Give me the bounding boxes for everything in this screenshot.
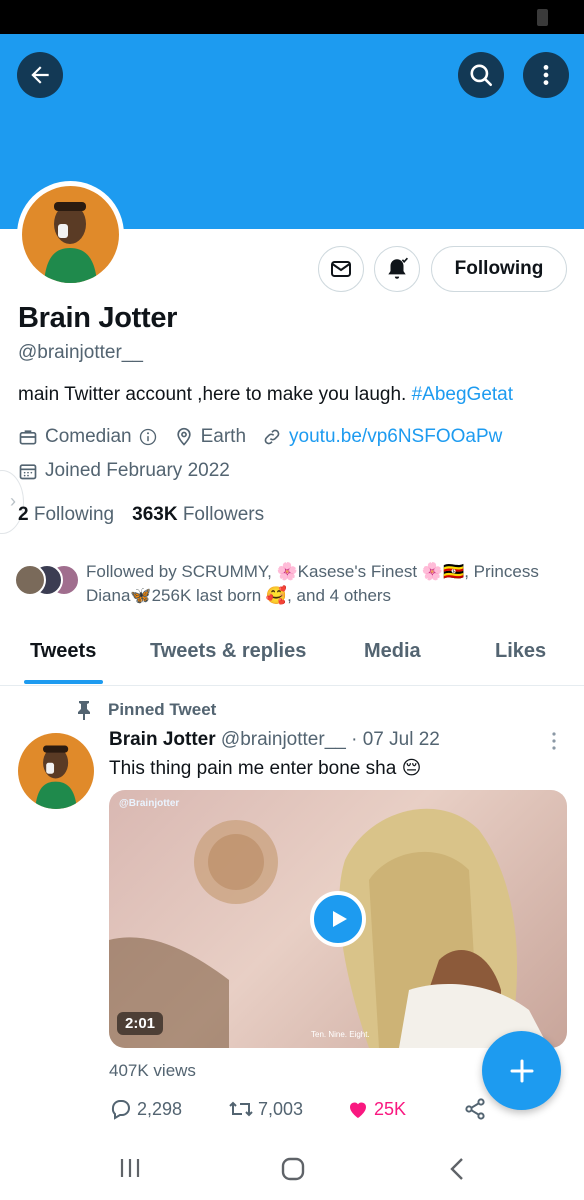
- following-count: 2: [18, 504, 29, 525]
- profile-avatar[interactable]: [17, 181, 124, 288]
- profile-tabs: Tweets Tweets & replies Media Likes: [0, 628, 584, 686]
- heart-filled-icon: [350, 1102, 366, 1118]
- share-action[interactable]: [463, 1097, 491, 1121]
- location-label: Earth: [200, 426, 247, 447]
- tab-media[interactable]: Media: [364, 640, 421, 663]
- tab-tweets[interactable]: Tweets: [30, 640, 96, 663]
- bio-hashtag-link[interactable]: #AbegGetat: [412, 384, 513, 405]
- followers-stat-label: Followers: [182, 504, 265, 525]
- video-duration: 2:01: [117, 1012, 164, 1035]
- system-navigation-bar: [0, 1138, 584, 1200]
- like-count: 25K: [374, 1098, 407, 1119]
- calendar-icon: [19, 464, 37, 480]
- following-stat[interactable]: 2 Following: [18, 504, 114, 525]
- play-button[interactable]: [310, 891, 366, 947]
- search-icon: [470, 64, 493, 87]
- reply-action[interactable]: 2,298: [109, 1097, 182, 1121]
- tab-likes[interactable]: Likes: [495, 640, 546, 663]
- message-button[interactable]: [318, 246, 364, 292]
- location-pin-icon: [176, 427, 191, 446]
- bell-subscribed-icon: [388, 257, 409, 279]
- pinned-text: Pinned Tweet: [108, 700, 217, 719]
- search-button[interactable]: [458, 52, 504, 98]
- active-tab-indicator: [24, 680, 103, 684]
- profile-joined-row: Joined February 2022: [18, 460, 246, 482]
- retweet-icon: [229, 1101, 253, 1117]
- retweet-count: 7,003: [258, 1098, 304, 1119]
- pin-icon: [78, 701, 90, 720]
- plus-icon: [510, 1059, 533, 1082]
- followers-count: 363K: [132, 504, 178, 525]
- joined-label: Joined February 2022: [45, 460, 230, 481]
- followed-by-text: Followed by SCRUMMY, 🌸Kasese's Finest 🌸🇺…: [86, 560, 576, 608]
- followed-by-avatars: [14, 564, 80, 598]
- profile-category: Comedian: [18, 426, 158, 448]
- back-button[interactable]: [17, 52, 63, 98]
- following-button[interactable]: Following: [431, 246, 567, 292]
- more-options-button[interactable]: [523, 52, 569, 98]
- home-icon: [281, 1157, 305, 1181]
- recents-icon: [120, 1159, 140, 1177]
- more-vertical-icon: [552, 732, 556, 750]
- profile-joined: Joined February 2022: [18, 460, 230, 482]
- profile-meta-row: Comedian Earth youtu.be/vp6NSFOOaPw: [18, 426, 518, 448]
- following-stat-label: Following: [33, 504, 115, 525]
- followed-by-line: Followed by SCRUMMY, 🌸Kasese's Finest 🌸🇺…: [86, 562, 539, 581]
- video-caption: Ten. Nine. Eight.: [311, 1030, 370, 1039]
- video-watermark: @Brainjotter: [119, 798, 180, 809]
- back-chevron-icon: [450, 1158, 463, 1180]
- tweet-header: Brain Jotter @brainjotter__ · 07 Jul 22: [109, 729, 440, 751]
- tweet-author-name[interactable]: Brain Jotter: [109, 729, 216, 750]
- briefcase-icon: [19, 430, 37, 445]
- notifications-button[interactable]: [374, 246, 420, 292]
- link-icon: [264, 429, 280, 445]
- follow-stats: 2 Following 363K Followers: [18, 504, 264, 526]
- followers-stat[interactable]: 363K Followers: [132, 504, 264, 525]
- reply-icon: [111, 1100, 130, 1120]
- profile-handle: @brainjotter__: [18, 342, 143, 363]
- profile-display-name: Brain Jotter: [18, 302, 178, 334]
- reply-count: 2,298: [137, 1098, 183, 1119]
- profile-location: Earth: [174, 426, 246, 448]
- avatar: [14, 564, 46, 596]
- followed-by-line: Diana🦋256K last born 🥰, and 4 others: [86, 586, 392, 605]
- tweet-author-avatar[interactable]: [18, 733, 94, 809]
- bio-text: main Twitter account ,here to make you l…: [18, 384, 412, 405]
- tweet-text: This thing pain me enter bone sha 😔: [109, 758, 422, 779]
- battery-icon: [537, 9, 548, 26]
- info-icon[interactable]: [138, 427, 158, 447]
- chevron-right-icon: ›: [10, 491, 16, 511]
- profile-bio: main Twitter account ,here to make you l…: [18, 384, 513, 406]
- arrow-left-icon: [31, 66, 49, 84]
- system-back-button[interactable]: [446, 1156, 468, 1187]
- category-label: Comedian: [45, 426, 132, 447]
- like-action[interactable]: 25K: [346, 1097, 406, 1121]
- play-icon: [333, 911, 347, 927]
- followed-by[interactable]: Followed by SCRUMMY, 🌸Kasese's Finest 🌸🇺…: [14, 560, 574, 608]
- tweet-video[interactable]: @Brainjotter 2:01 Ten. Nine. Eight.: [109, 790, 567, 1048]
- website-link[interactable]: youtu.be/vp6NSFOOaPw: [289, 426, 502, 448]
- status-bar: [0, 0, 584, 34]
- compose-tweet-button[interactable]: [482, 1031, 561, 1110]
- avatar-image: [22, 186, 119, 283]
- pinned-label: Pinned Tweet: [76, 700, 216, 720]
- tab-tweets-and-replies[interactable]: Tweets & replies: [150, 640, 306, 663]
- retweet-action[interactable]: 7,003: [228, 1097, 303, 1121]
- tweet-views: 407K views: [109, 1061, 196, 1080]
- profile-website[interactable]: youtu.be/vp6NSFOOaPw: [262, 426, 502, 448]
- share-icon: [465, 1098, 485, 1120]
- mail-icon: [331, 261, 351, 277]
- recents-button[interactable]: [118, 1156, 142, 1185]
- tweet-author-handle[interactable]: @brainjotter__: [221, 729, 346, 750]
- more-vertical-icon: [543, 65, 549, 85]
- home-button[interactable]: [280, 1156, 306, 1187]
- tweet-date[interactable]: · 07 Jul 22: [346, 729, 440, 750]
- tweet-more-button[interactable]: [549, 731, 559, 758]
